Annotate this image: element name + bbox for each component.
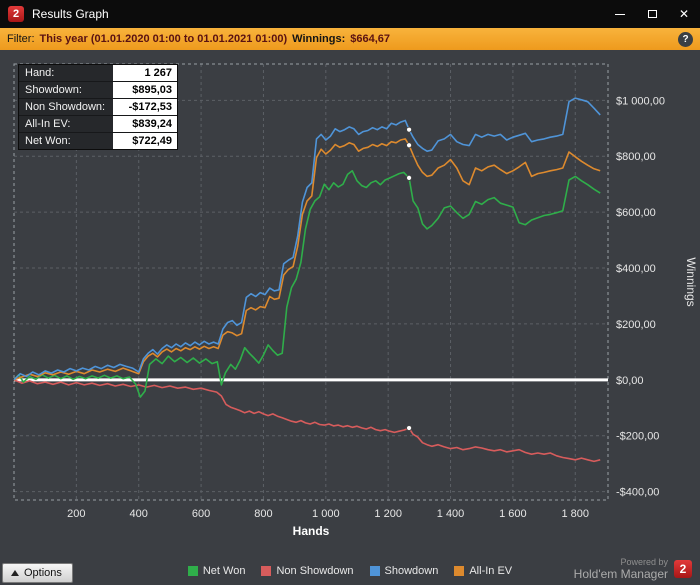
net-won-swatch-icon bbox=[187, 566, 198, 576]
stat-value: $895,03 bbox=[113, 82, 177, 98]
stat-value: $839,24 bbox=[113, 116, 177, 132]
svg-text:$800,00: $800,00 bbox=[616, 151, 656, 163]
svg-text:1 600: 1 600 bbox=[499, 508, 527, 520]
stat-label: Net Won: bbox=[25, 135, 71, 147]
bottom-bar: Options Net Won Non Showdown Showdown Al… bbox=[0, 557, 700, 585]
maximize-icon bbox=[647, 10, 657, 18]
titlebar: 2 Results Graph ✕ bbox=[0, 0, 700, 28]
svg-text:600: 600 bbox=[192, 508, 210, 520]
allin-ev-swatch-icon bbox=[454, 566, 465, 576]
maximize-button[interactable] bbox=[636, 0, 668, 28]
legend-label: Non Showdown bbox=[276, 565, 354, 577]
chart-area: 200 400 600 800 1 000 1 200 1 400 1 600 1 800 $1 … bbox=[0, 50, 700, 585]
svg-text:1 800: 1 800 bbox=[561, 508, 589, 520]
stat-label: Hand: bbox=[25, 67, 55, 79]
stats-row: Net Won: $722,49 bbox=[19, 133, 177, 149]
hm2-logo-icon: 2 bbox=[8, 6, 24, 22]
stats-row: Hand: 1 267 bbox=[19, 65, 177, 82]
legend-label: All-In EV bbox=[469, 565, 513, 577]
svg-text:400: 400 bbox=[130, 508, 148, 520]
svg-text:-$200,00: -$200,00 bbox=[616, 431, 659, 443]
stats-row: All-In EV: $839,24 bbox=[19, 116, 177, 133]
legend-item-non-showdown[interactable]: Non Showdown bbox=[261, 565, 354, 577]
stats-row: Non Showdown: -$172,53 bbox=[19, 99, 177, 116]
svg-text:200: 200 bbox=[67, 508, 85, 520]
svg-text:1 200: 1 200 bbox=[374, 508, 402, 520]
options-button[interactable]: Options bbox=[2, 563, 73, 583]
svg-text:$600,00: $600,00 bbox=[616, 207, 656, 219]
stat-label: All-In EV: bbox=[25, 118, 71, 130]
brand-name: Hold'em Manager bbox=[573, 567, 668, 581]
svg-text:$200,00: $200,00 bbox=[616, 319, 656, 331]
svg-text:Winnings: Winnings bbox=[684, 257, 698, 306]
window-title: Results Graph bbox=[32, 7, 109, 21]
powered-by-block: Powered by Hold'em Manager 2 bbox=[574, 557, 692, 581]
minimize-button[interactable] bbox=[604, 0, 636, 28]
legend-item-net-won[interactable]: Net Won bbox=[187, 565, 246, 577]
svg-text:Hands: Hands bbox=[293, 524, 330, 538]
legend-label: Showdown bbox=[384, 565, 439, 577]
stat-label: Showdown: bbox=[25, 84, 82, 96]
legend-label: Net Won bbox=[202, 565, 246, 577]
non-showdown-swatch-icon bbox=[261, 566, 272, 576]
options-arrow-icon bbox=[11, 570, 19, 576]
minimize-icon bbox=[615, 13, 625, 15]
svg-text:$400,00: $400,00 bbox=[616, 263, 656, 275]
results-graph-window: 2 Results Graph ✕ Filter: This year (01.… bbox=[0, 0, 700, 585]
winnings-value: $664,67 bbox=[350, 33, 390, 45]
winnings-label: Winnings: bbox=[292, 33, 346, 45]
hm2-footer-logo-icon: 2 bbox=[674, 560, 692, 578]
svg-text:$1 000,00: $1 000,00 bbox=[616, 95, 665, 107]
powered-by-line: Powered by bbox=[620, 557, 668, 567]
stat-value: -$172,53 bbox=[113, 99, 177, 115]
chart-legend: Net Won Non Showdown Showdown All-In EV bbox=[187, 565, 512, 577]
showdown-swatch-icon bbox=[369, 566, 380, 576]
svg-text:800: 800 bbox=[254, 508, 272, 520]
svg-text:$0,00: $0,00 bbox=[616, 375, 644, 387]
stat-label: Non Showdown: bbox=[25, 101, 106, 113]
svg-text:-$400,00: -$400,00 bbox=[616, 487, 659, 499]
close-icon: ✕ bbox=[678, 7, 690, 21]
filter-label: Filter: bbox=[7, 33, 35, 45]
stat-value: 1 267 bbox=[113, 65, 177, 81]
filter-value: This year (01.01.2020 01:00 to 01.01.202… bbox=[39, 33, 288, 45]
legend-item-allin-ev[interactable]: All-In EV bbox=[454, 565, 512, 577]
options-label: Options bbox=[24, 567, 62, 579]
legend-item-showdown[interactable]: Showdown bbox=[369, 565, 439, 577]
close-button[interactable]: ✕ bbox=[668, 0, 700, 28]
stat-value: $722,49 bbox=[113, 133, 177, 149]
svg-text:1 000: 1 000 bbox=[312, 508, 340, 520]
hand-stats-box: Hand: 1 267 Showdown: $895,03 Non Showdown… bbox=[18, 64, 178, 150]
filter-bar: Filter: This year (01.01.2020 01:00 to 0… bbox=[0, 28, 700, 50]
window-controls: ✕ bbox=[604, 0, 700, 28]
powered-by-text: Powered by Hold'em Manager bbox=[574, 557, 668, 581]
help-button[interactable]: ? bbox=[678, 31, 693, 47]
stats-row: Showdown: $895,03 bbox=[19, 82, 177, 99]
svg-text:1 400: 1 400 bbox=[437, 508, 465, 520]
